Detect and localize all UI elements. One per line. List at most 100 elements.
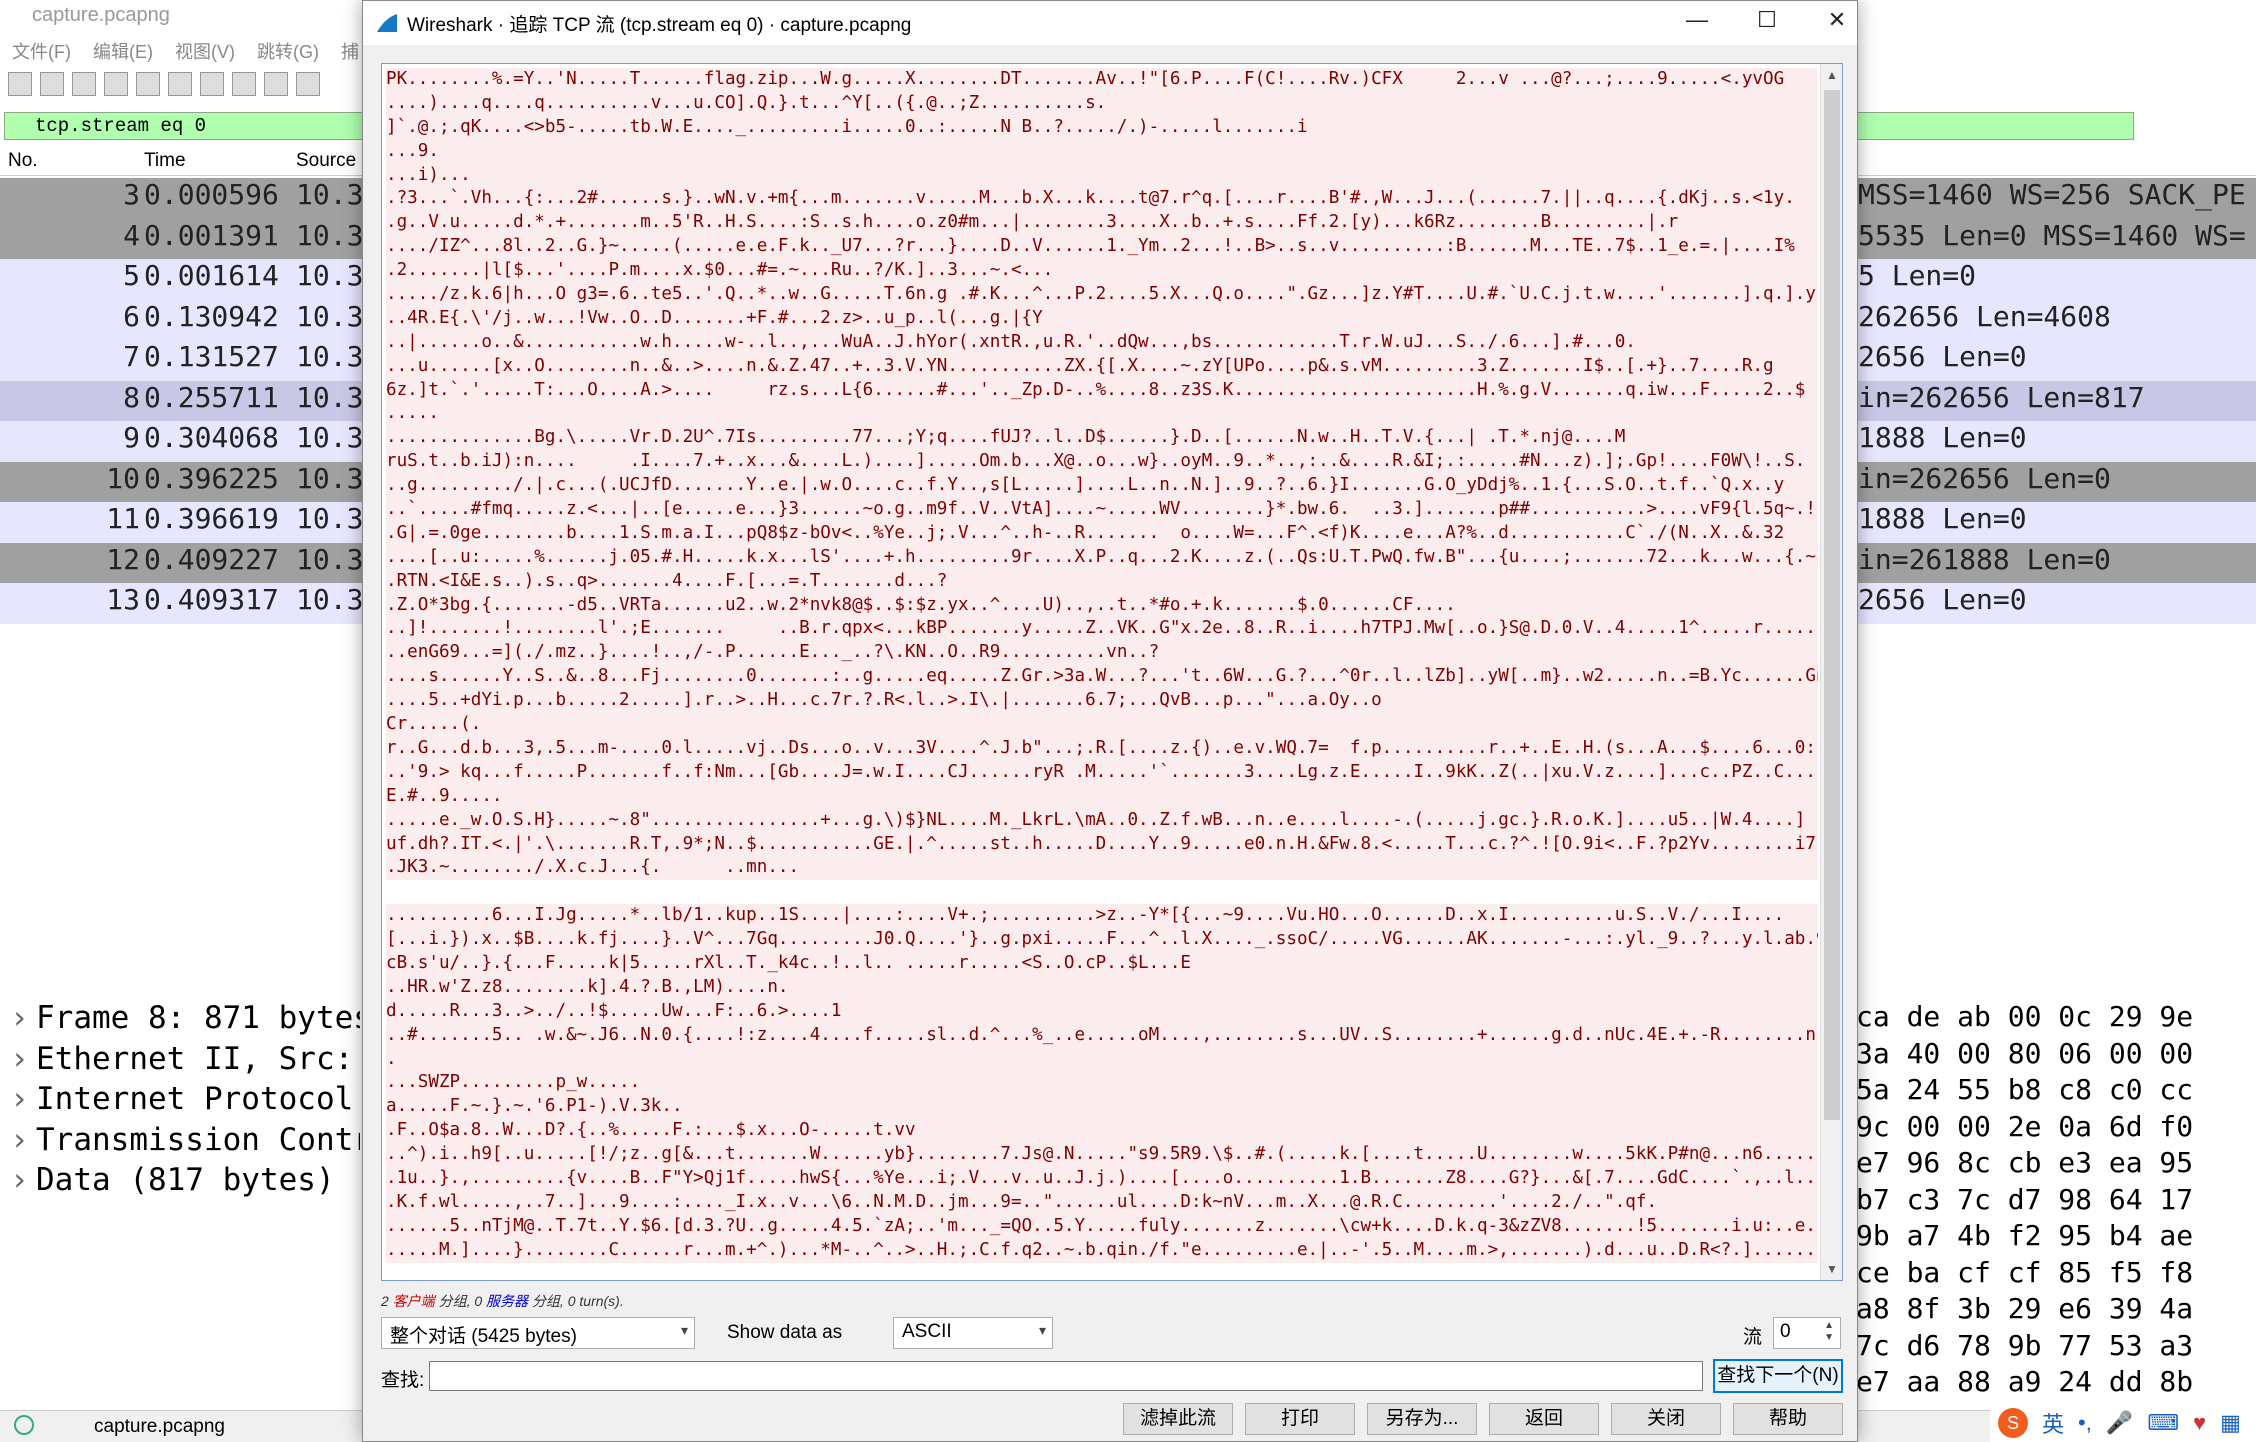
hex-row[interactable]: 9b a7 4b f2 95 b4 ae (1856, 1219, 2236, 1256)
close-button[interactable]: 关闭 (1611, 1403, 1721, 1435)
save-as-button[interactable]: 另存为... (1367, 1403, 1477, 1435)
packet-no: 12 (106, 542, 140, 576)
hex-row[interactable]: e7 96 8c cb e3 ea 95 (1856, 1146, 2236, 1183)
grid-icon[interactable]: ▦ (2220, 1410, 2241, 1436)
menu-go[interactable]: 跳转(G) (257, 38, 319, 64)
stream-line: ...u......[x..O........n..&..>....n.&.Z.… (386, 354, 1818, 379)
show-data-select[interactable]: ASCII ▾ (893, 1317, 1053, 1349)
wireshark-fin-icon (377, 14, 397, 32)
shark-fin-icon[interactable] (8, 72, 32, 96)
hex-row[interactable]: ce ba cf cf 85 f5 f8 (1856, 1256, 2236, 1293)
search-icon[interactable] (264, 72, 288, 96)
spinner-arrows-icon[interactable]: ▲ ▼ (1824, 1320, 1834, 1344)
packet-no: 7 (123, 340, 140, 373)
hex-row[interactable]: e7 aa 88 a9 24 dd 8b (1856, 1365, 2236, 1402)
find-next-button[interactable]: 查找下一个(N) (1713, 1359, 1843, 1393)
stream-label: 流 (1743, 1327, 1763, 1348)
packet-info: 5535 Len=0 MSS=1460 WS= (1858, 218, 2246, 252)
column-no[interactable]: No. (8, 150, 38, 172)
help-button[interactable]: 帮助 (1733, 1403, 1843, 1435)
folder-icon[interactable] (136, 72, 160, 96)
stream-scrollbar[interactable]: ▲ ▼ (1820, 64, 1842, 1280)
stream-text[interactable]: PK........%.=Y..'N.....T......flag.zip..… (386, 68, 1818, 1263)
hex-row[interactable]: 9c 00 00 2e 0a 6d f0 (1856, 1110, 2236, 1147)
stream-line (386, 880, 1818, 905)
menu-capture[interactable]: 捕 (341, 38, 359, 64)
stream-line: .....M.]....}........C......r...m.+^.)..… (386, 1238, 1818, 1263)
show-data-label: Show data as (727, 1322, 843, 1343)
hex-row[interactable]: 7c d6 78 9b 77 53 a3 (1856, 1329, 2236, 1366)
stream-line: .Z.O*3bg.{.......-d5..VRTa......u2..w.2*… (386, 593, 1818, 618)
stream-line: ..enG69...=](./.mz..}....!..,/-.P......E… (386, 641, 1818, 666)
packet-no: 4 (123, 218, 140, 252)
stream-content[interactable]: PK........%.=Y..'N.....T......flag.zip..… (381, 63, 1843, 1281)
chevron-down-icon: ▾ (1038, 1322, 1046, 1338)
print-button[interactable]: 打印 (1245, 1403, 1355, 1435)
dialog-buttons: 滤掉此流 打印 另存为... 返回 关闭 帮助 (363, 1403, 1859, 1437)
stop-icon[interactable] (40, 72, 64, 96)
ime-language[interactable]: 英 (2042, 1407, 2064, 1439)
column-time[interactable]: Time (144, 150, 186, 172)
scroll-down-icon[interactable]: ▼ (1821, 1258, 1842, 1280)
column-source[interactable]: Source (296, 150, 356, 172)
packet-info: in=261888 Len=0 (1858, 542, 2111, 576)
detail-tree-item[interactable]: Frame 8: 871 bytes (0, 1000, 360, 1041)
packet-time: 0.255711 (144, 380, 279, 414)
menu-file[interactable]: 文件(F) (12, 38, 71, 64)
packet-bytes: ca de ab 00 0c 29 9e 3a 40 00 80 06 00 00… (1856, 1000, 2236, 1402)
stream-line: ]`.@.;.qK....<>b5-.....tb.W.E...._......… (386, 115, 1818, 140)
dialog-titlebar: Wireshark · 追踪 TCP 流 (tcp.stream eq 0) ·… (363, 1, 1857, 45)
stream-line: ..............Bg.\.....Vr.D.2U^.7Is.....… (386, 426, 1818, 451)
packet-info: 2656 Len=0 (1858, 340, 2027, 373)
hex-row[interactable]: ca de ab 00 0c 29 9e (1856, 1000, 2236, 1037)
packet-src: 10.3 (296, 380, 364, 414)
packet-src: 10.3 (296, 461, 364, 495)
find-input[interactable] (429, 1361, 1703, 1391)
reload-icon[interactable] (232, 72, 256, 96)
close-icon[interactable]: ✕ (1817, 7, 1857, 39)
maximize-icon[interactable]: ☐ (1747, 7, 1787, 39)
hex-row[interactable]: b7 c3 7c d7 98 64 17 (1856, 1183, 2236, 1220)
conversation-select-value: 整个对话 (5425 bytes) (390, 1326, 577, 1347)
restart-icon[interactable] (72, 72, 96, 96)
microphone-icon[interactable]: 🎤 (2106, 1410, 2133, 1436)
packet-info: 2656 Len=0 (1858, 583, 2027, 616)
gear-icon[interactable] (104, 72, 128, 96)
back-button[interactable]: 返回 (1489, 1403, 1599, 1435)
detail-tree-item[interactable]: Ethernet II, Src: V (0, 1041, 360, 1082)
stream-line: . (386, 1047, 1818, 1072)
filter-out-button[interactable]: 滤掉此流 (1123, 1403, 1233, 1435)
stream-line: ruS.t..b.iJ):n.... .I....7.+..x...&....L… (386, 450, 1818, 475)
minimize-icon[interactable]: — (1677, 7, 1717, 39)
keyboard-icon[interactable]: ⌨ (2147, 1410, 2179, 1436)
packet-src: 10.3 (296, 421, 364, 454)
detail-tree-item[interactable]: Internet Protocol V (0, 1081, 360, 1122)
conversation-select[interactable]: 整个对话 (5425 bytes) ▾ (381, 1317, 695, 1349)
ime-logo-icon[interactable]: S (1998, 1408, 2028, 1438)
packet-src: 10.3 (296, 218, 364, 252)
hex-row[interactable]: 5a 24 55 b8 c8 c0 cc (1856, 1073, 2236, 1110)
detail-tree-item[interactable]: Data (817 bytes) (0, 1162, 360, 1203)
hex-row[interactable]: a8 8f 3b 29 e6 39 4a (1856, 1292, 2236, 1329)
packet-no: 3 (123, 178, 140, 211)
window-title-text: capture.pcapng (32, 4, 170, 26)
scroll-up-icon[interactable]: ▲ (1821, 64, 1842, 86)
punctuation-icon[interactable]: •, (2078, 1410, 2092, 1436)
stream-line: ...i)... (386, 163, 1818, 188)
packet-src: 10.3 (296, 502, 364, 535)
skin-icon[interactable]: ♥ (2193, 1410, 2206, 1436)
packet-info: 262656 Len=4608 (1858, 299, 2111, 333)
client-count: 2 (381, 1293, 389, 1309)
packet-src: 10.3 (296, 259, 364, 292)
stream-number-spinner[interactable]: 0 ▲ ▼ (1773, 1317, 1841, 1349)
close-file-icon[interactable] (200, 72, 224, 96)
menu-view[interactable]: 视图(V) (175, 38, 235, 64)
menu-edit[interactable]: 编辑(E) (93, 38, 153, 64)
file-icon[interactable] (168, 72, 192, 96)
detail-tree-item[interactable]: Transmission Contro (0, 1122, 360, 1163)
status-filename: capture.pcapng (94, 1416, 225, 1437)
arrow-left-icon[interactable] (296, 72, 320, 96)
scroll-thumb[interactable] (1824, 90, 1840, 1120)
hex-row[interactable]: 3a 40 00 80 06 00 00 (1856, 1037, 2236, 1074)
stream-line: .G|.=.0ge........b....1.S.m.a.I...pQ8$z-… (386, 521, 1818, 546)
